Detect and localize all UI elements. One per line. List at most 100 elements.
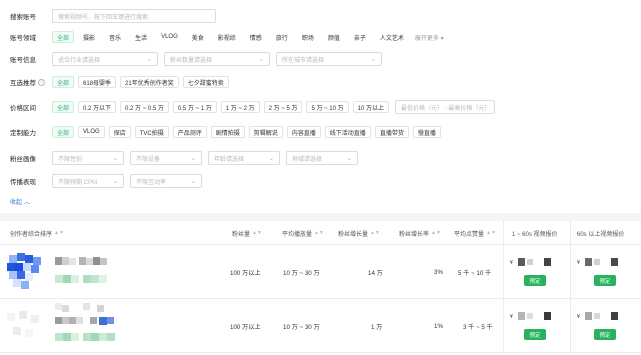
domain-tag[interactable]: 颜值 [323, 31, 345, 43]
search-input[interactable]: 搜索视频号、按下回车键进行搜索 [52, 9, 216, 23]
collapse-button[interactable]: 收起 ︿ [10, 197, 30, 206]
filter-panel: 搜索账号 搜索视频号、按下回车键进行搜索 账号领域 全部 摄影 音乐 生活 VLOG 美食… [0, 0, 641, 212]
domain-tag[interactable]: 音乐 [104, 31, 126, 43]
recommend-row: 互选推荐? 全部 618母婴季 21年优秀创作者奖 七夕甜蜜特卖 [10, 75, 641, 89]
custom-tag[interactable]: 产品测评 [172, 126, 207, 138]
domain-tag[interactable]: 职场 [297, 31, 319, 43]
cell-avg-like: 5 千 ~ 10 千 [458, 269, 492, 277]
domain-tag[interactable]: VLOG [156, 31, 183, 43]
chevron-down-icon: ⌄ [190, 178, 196, 185]
custom-tag[interactable]: 剧情拍摄 [210, 126, 245, 138]
price-range-input[interactable]: 最低价格（元） - 最高价格（元） [395, 100, 495, 114]
custom-tag[interactable]: VLOG [78, 126, 105, 138]
th-growth-rate-label: 粉丝增长率 [399, 231, 430, 238]
book-button[interactable]: 预定 [594, 275, 616, 286]
column-divider [570, 299, 571, 352]
th-price-short: 1 ~ 60s 视频报价 [512, 221, 558, 245]
th-fans-growth[interactable]: 粉丝增长量 ▲▼ [338, 221, 380, 245]
book-button[interactable]: 预定 [524, 329, 546, 340]
recommend-label-text: 互选推荐 [10, 80, 36, 87]
domain-tag[interactable]: 全部 [52, 31, 75, 43]
custom-tag[interactable]: 剪辑解说 [248, 126, 283, 138]
custom-tag[interactable]: 线下活动直播 [324, 126, 371, 138]
expand-more-link[interactable]: 展开更多 ▾ [415, 33, 444, 42]
chevron-down-icon: ⌄ [112, 178, 118, 185]
collapse-label: 收起 [10, 200, 23, 206]
select-placeholder: 不限互动率 [136, 179, 167, 186]
creator-name-blurred [55, 257, 115, 267]
domain-tag[interactable]: 情感 [245, 31, 267, 43]
price-currency: ¥ [510, 314, 513, 320]
price-range-tag[interactable]: 全部 [52, 101, 75, 113]
custom-tag[interactable]: 全部 [52, 126, 75, 138]
th-avg-play[interactable]: 平均播放量 ▲▼ [282, 221, 324, 245]
custom-tag[interactable]: TVC拍摄 [134, 126, 169, 138]
th-fans-growth-label: 粉丝增长量 [338, 231, 369, 238]
book-button[interactable]: 预定 [524, 275, 546, 286]
domain-tag[interactable]: 美食 [187, 31, 209, 43]
account-info-select[interactable]: 粉丝数量请选择 ⌄ [164, 52, 270, 66]
recommend-tag[interactable]: 618母婴季 [78, 76, 117, 88]
creator-tags-blurred [55, 333, 145, 343]
th-avg-like[interactable]: 平均点赞量 ▲▼ [454, 221, 496, 245]
account-info-select[interactable]: 所在城市请选择 ⌄ [276, 52, 382, 66]
price-range-tag[interactable]: 2 万 ~ 5 万 [263, 101, 303, 113]
fans-profile-select[interactable]: 不限设备 ⌄ [130, 151, 202, 165]
price-range-tag[interactable]: 10 万以上 [352, 101, 389, 113]
spread-select[interactable]: 不限互动率 ⌄ [130, 174, 202, 188]
expand-more-label: 展开更多 [414, 35, 439, 42]
custom-tag[interactable]: 探店 [108, 126, 131, 138]
custom-tag[interactable]: 内容直播 [286, 126, 321, 138]
th-growth-rate[interactable]: 粉丝增长率 ▲▼ [399, 221, 441, 245]
domain-tag[interactable]: 亲子 [349, 31, 371, 43]
account-info-select[interactable]: 适合行业请选择 ⌄ [52, 52, 158, 66]
th-price-short-label: 1 ~ 60s 视频报价 [512, 231, 558, 238]
domain-tag[interactable]: 旅行 [271, 31, 293, 43]
domain-tag[interactable]: 摄影 [78, 31, 100, 43]
table-row[interactable]: 100 万以上 10 万 ~ 30 万 14 万 3% 5 千 ~ 10 千 ¥… [0, 245, 641, 299]
chevron-down-icon: ⌄ [268, 155, 274, 162]
domain-tag[interactable]: 影视综 [213, 31, 241, 43]
book-button[interactable]: 预定 [594, 329, 616, 340]
price-range-tag[interactable]: 0.2 万以下 [78, 101, 117, 113]
fans-profile-select[interactable]: 不限性别 ⌄ [52, 151, 124, 165]
price-range-tag[interactable]: 0.2 万 ~ 0.5 万 [120, 101, 169, 113]
recommend-tag[interactable]: 21年优秀创作者奖 [120, 76, 179, 88]
th-fans[interactable]: 粉丝量 ▲▼ [232, 221, 262, 245]
sort-icon: ▲▼ [252, 230, 262, 236]
price-range-tag[interactable]: 5 万 ~ 10 万 [306, 101, 349, 113]
fans-profile-row: 粉丝画像 不限性别 ⌄ 不限设备 ⌄ 年龄请选择 ⌄ 地域请选择 ⌄ [10, 151, 641, 165]
price-range-tag[interactable]: 0.5 万 ~ 1 万 [172, 101, 217, 113]
select-placeholder: 粉丝数量请选择 [170, 57, 213, 64]
cell-fans: 100 万以上 [230, 269, 261, 277]
domain-tag[interactable]: 生活 [130, 31, 152, 43]
recommend-tag[interactable]: 全部 [52, 76, 75, 88]
help-icon[interactable]: ? [38, 78, 45, 86]
table-row[interactable]: 100 万以上 10 万 ~ 30 万 1 万 1% 3 千 ~ 5 千 ¥ 预… [0, 299, 641, 353]
domain-tag[interactable]: 人文艺术 [375, 31, 409, 43]
custom-row: 定制能力 全部 VLOG 探店 TVC拍摄 产品测评 剧情拍摄 剪辑解说 内容直播 线下活动直播… [10, 125, 641, 139]
custom-label: 定制能力 [10, 130, 36, 137]
sort-icon: ▲▼ [54, 230, 64, 236]
th-creator[interactable]: 创作者综合排序 ▲▼ [10, 221, 64, 245]
sort-icon: ▲▼ [370, 230, 380, 236]
select-placeholder: 地域请选择 [292, 156, 323, 163]
custom-tag[interactable]: 慢直播 [412, 126, 441, 138]
select-placeholder: 年龄请选择 [214, 156, 245, 163]
chevron-down-icon: ⌄ [112, 155, 118, 162]
cell-growth-rate: 1% [434, 322, 443, 330]
fans-profile-select[interactable]: 年龄请选择 ⌄ [208, 151, 280, 165]
table-header: 创作者综合排序 ▲▼ 粉丝量 ▲▼ 平均播放量 ▲▼ 粉丝增长量 ▲▼ 粉丝增长率 ▲▼ … [0, 221, 641, 245]
search-placeholder: 搜索视频号、按下回车键进行搜索 [58, 14, 149, 21]
chevron-down-icon: ⌄ [190, 155, 196, 162]
custom-tag[interactable]: 直播带货 [374, 126, 409, 138]
fans-profile-select[interactable]: 地域请选择 ⌄ [286, 151, 358, 165]
chevron-up-icon: ︿ [24, 200, 31, 206]
price-range-tag[interactable]: 1 万 ~ 2 万 [220, 101, 260, 113]
spread-select[interactable]: 不限预期 CPM ⌄ [52, 174, 124, 188]
creator-table: 创作者综合排序 ▲▼ 粉丝量 ▲▼ 平均播放量 ▲▼ 粉丝增长量 ▲▼ 粉丝增长率 ▲▼ … [0, 221, 641, 353]
spread-row: 传播表现 不限预期 CPM ⌄ 不限互动率 ⌄ [10, 174, 641, 188]
creator-tags-blurred [55, 275, 145, 285]
recommend-label: 互选推荐? [10, 77, 52, 87]
recommend-tag[interactable]: 七夕甜蜜特卖 [182, 76, 229, 88]
